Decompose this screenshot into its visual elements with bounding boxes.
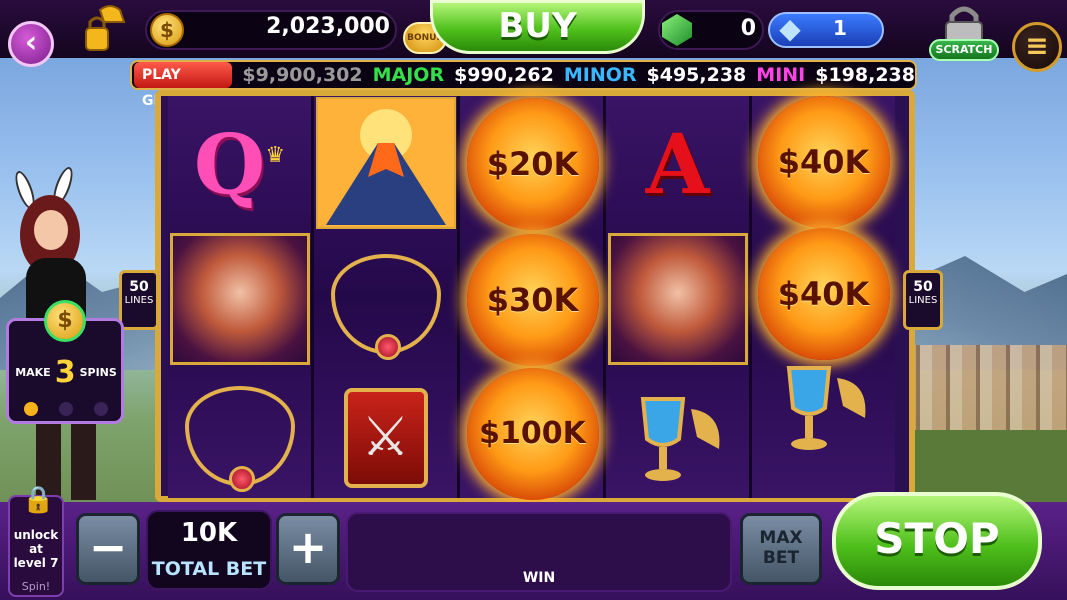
buy-button[interactable]: BUY [430, 0, 645, 54]
symbol-heart-necklace [168, 372, 311, 500]
minor-jackpot-value: $495,238 [646, 64, 747, 86]
unlock-spin-label: Spin! [21, 580, 51, 593]
lock-icon: 🔒 [22, 485, 55, 515]
mission-suffix: SPINS [79, 366, 117, 379]
locked-feature-icon[interactable] [80, 2, 128, 54]
mini-jackpot-value: $198,238 [815, 64, 915, 86]
symbol-fireball: $100K [465, 366, 600, 501]
total-bet-value: 10K [180, 518, 238, 548]
symbol-volcano [316, 97, 456, 229]
major-jackpot-value: $990,262 [454, 64, 554, 86]
diamond-balance: 1 [833, 16, 847, 40]
goblet-icon [786, 366, 865, 450]
crown-icon: ♛ [265, 142, 286, 168]
crossed-swords-icon: ⚔ [343, 388, 428, 488]
symbol-goblet [606, 380, 749, 498]
volcano-icon [316, 97, 456, 229]
symbol-ace: A [645, 117, 710, 213]
symbol-princess-portrait [170, 233, 310, 365]
symbol-goblet [752, 358, 895, 458]
symbol-fireball: $40K [756, 94, 891, 229]
stop-button[interactable]: STOP [832, 492, 1042, 590]
goblet-icon [640, 397, 719, 481]
symbol-princess-portrait [608, 233, 748, 365]
menu-button[interactable]: ≡ [1012, 22, 1062, 72]
symbol-queen: Q ♛ [193, 117, 286, 213]
scratch-button[interactable]: SCRATCH [929, 39, 999, 61]
coin-icon: $ [150, 13, 184, 47]
lines-indicator-left: 50 LINES [119, 270, 159, 330]
mission-prefix: MAKE [15, 366, 51, 379]
hamburger-icon: ≡ [1025, 29, 1049, 62]
mission-text: MAKE 3 SPINS [10, 355, 122, 390]
back-arrow-icon: ‹ [24, 25, 38, 60]
win-label: WIN [522, 570, 556, 586]
unlock-text: unlock at level 7 [13, 528, 59, 570]
coin-balance: 2,023,000 [266, 14, 390, 39]
mini-jackpot-label: MINI [756, 64, 806, 86]
max-bet-button[interactable]: MAX BET [740, 513, 822, 585]
progress-dot [24, 402, 38, 416]
symbol-fireball: $40K [756, 226, 891, 361]
lines-indicator-right: 50 LINES [903, 270, 943, 330]
play-grand-button[interactable]: PLAY GRAND [134, 62, 233, 109]
back-button[interactable]: ‹ [8, 21, 54, 67]
symbol-heart-necklace [314, 240, 457, 368]
progress-dot [94, 402, 108, 416]
diamond-icon: ◆ [779, 12, 801, 45]
mission-progress [24, 402, 108, 416]
total-bet-label: TOTAL BET [151, 558, 267, 580]
symbol-shield-swords: ⚔ [314, 378, 457, 498]
mission-count: 3 [54, 355, 76, 390]
mission-coin-icon: $ [44, 300, 86, 342]
minor-jackpot-label: MINOR [563, 64, 637, 86]
increase-bet-button[interactable]: + [276, 513, 340, 585]
grand-jackpot-value: $9,900,302 [242, 64, 363, 86]
progress-dot [59, 402, 73, 416]
gem-balance: 0 [740, 16, 756, 41]
jackpot-bar: PLAY GRAND $9,900,302 MAJOR $990,262 MIN… [130, 60, 917, 109]
major-jackpot-label: MAJOR [372, 64, 445, 86]
symbol-fireball: $30K [465, 232, 600, 367]
symbol-fireball: $20K [465, 96, 600, 231]
decrease-bet-button[interactable]: − [76, 513, 140, 585]
reel-divider [457, 96, 460, 498]
character-face [34, 210, 68, 250]
